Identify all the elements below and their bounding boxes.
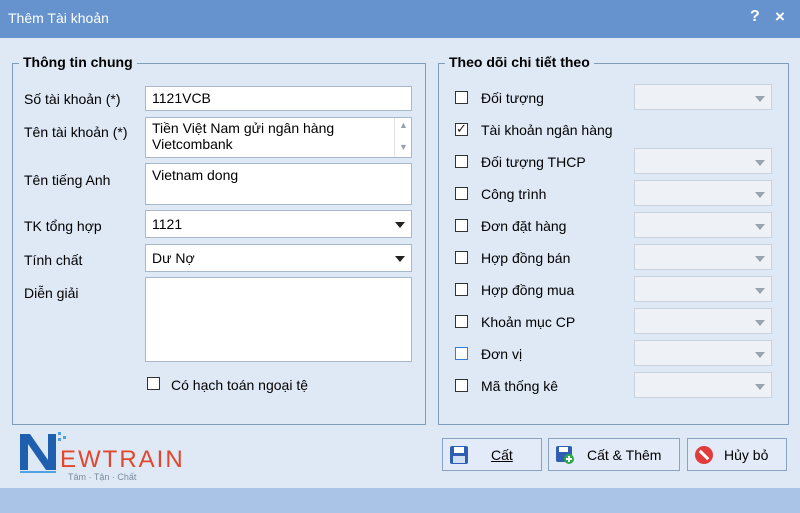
track-sales-contract-combo[interactable] — [634, 244, 772, 270]
dropdown-button[interactable] — [750, 213, 771, 237]
foreign-currency-checkbox[interactable] — [147, 377, 160, 390]
dropdown-arrow-icon — [755, 384, 765, 390]
track-stat-code-checkbox[interactable] — [455, 379, 468, 392]
dropdown-button[interactable] — [750, 373, 771, 397]
account-name-label: Tên tài khoản (*) — [24, 124, 128, 140]
description-label: Diễn giải — [24, 285, 79, 301]
track-cost-item-checkbox[interactable] — [455, 315, 468, 328]
parent-account-label: TK tổng hợp — [24, 218, 102, 234]
track-bank-account-checkbox[interactable]: ✓ — [455, 121, 468, 136]
account-name-input[interactable]: Tiền Việt Nam gửi ngân hàng Vietcombank … — [145, 117, 412, 158]
scroll-down-icon[interactable]: ▼ — [399, 142, 408, 152]
tracking-title: Theo dõi chi tiết theo — [445, 54, 594, 70]
close-icon[interactable]: × — [775, 7, 785, 27]
dropdown-button[interactable] — [750, 85, 771, 109]
track-cost-item-label: Khoản mục CP — [481, 314, 576, 330]
track-unit-combo[interactable] — [634, 340, 772, 366]
track-unit-label: Đơn vị — [481, 346, 523, 362]
dropdown-button[interactable] — [750, 181, 771, 205]
window-title: Thêm Tài khoản — [8, 10, 109, 26]
track-doituong-label: Đối tượng — [481, 90, 544, 106]
floppy-disk-icon — [450, 446, 468, 464]
save-button[interactable]: Cất — [442, 438, 542, 471]
track-project-checkbox[interactable] — [455, 187, 468, 200]
checkmark-icon: ✓ — [456, 121, 467, 136]
logo-wordmark: EWTRAIN — [60, 446, 185, 473]
dropdown-arrow-icon — [755, 96, 765, 102]
dropdown-arrow-icon — [755, 288, 765, 294]
track-thcp-label: Đối tượng THCP — [481, 154, 586, 170]
dropdown-arrow-icon — [755, 256, 765, 262]
title-bar: Thêm Tài khoản ? × — [0, 0, 800, 38]
nature-dropdown-button[interactable] — [390, 245, 411, 271]
parent-account-dropdown-button[interactable] — [390, 211, 411, 237]
dropdown-arrow-icon — [755, 224, 765, 230]
english-name-input[interactable]: Vietnam dong — [145, 163, 412, 205]
parent-account-combo[interactable]: 1121 — [145, 210, 412, 238]
cancel-icon — [695, 446, 713, 464]
dropdown-arrow-icon — [755, 352, 765, 358]
track-cost-item-combo[interactable] — [634, 308, 772, 334]
track-unit-checkbox[interactable] — [455, 347, 468, 360]
track-order-label: Đơn đặt hàng — [481, 218, 567, 234]
dropdown-button[interactable] — [750, 277, 771, 301]
nature-combo[interactable]: Dư Nợ — [145, 244, 412, 272]
track-thcp-checkbox[interactable] — [455, 155, 468, 168]
cancel-label: Hủy bỏ — [724, 447, 769, 463]
account-number-value: 1121VCB — [152, 90, 211, 106]
general-info-title: Thông tin chung — [19, 54, 137, 70]
parent-account-value: 1121 — [152, 216, 183, 232]
english-name-label: Tên tiếng Anh — [24, 172, 111, 188]
track-doituong-combo[interactable] — [634, 84, 772, 110]
dropdown-arrow-icon — [395, 222, 405, 228]
track-stat-code-combo[interactable] — [634, 372, 772, 398]
track-purchase-contract-combo[interactable] — [634, 276, 772, 302]
track-bank-account-label: Tài khoản ngân hàng — [481, 122, 613, 138]
english-name-value: Vietnam dong — [152, 167, 239, 183]
account-number-input[interactable]: 1121VCB — [145, 86, 412, 111]
track-purchase-contract-label: Hợp đồng mua — [481, 282, 575, 298]
save-label: Cất — [491, 447, 513, 463]
account-number-label: Số tài khoản (*) — [24, 91, 121, 107]
track-stat-code-label: Mã thống kê — [481, 378, 559, 394]
track-doituong-checkbox[interactable] — [455, 91, 468, 104]
dropdown-arrow-icon — [755, 192, 765, 198]
save-and-add-button[interactable]: Cất & Thêm — [548, 438, 680, 471]
track-order-combo[interactable] — [634, 212, 772, 238]
scroll-up-icon[interactable]: ▲ — [399, 120, 408, 130]
track-sales-contract-checkbox[interactable] — [455, 251, 468, 264]
track-project-label: Công trình — [481, 186, 547, 202]
dropdown-button[interactable] — [750, 245, 771, 269]
nature-value: Dư Nợ — [152, 250, 195, 266]
track-thcp-combo[interactable] — [634, 148, 772, 174]
dropdown-button[interactable] — [750, 309, 771, 333]
cancel-button[interactable]: Hủy bỏ — [687, 438, 787, 471]
account-name-value: Tiền Việt Nam gửi ngân hàng Vietcombank — [152, 120, 335, 152]
track-purchase-contract-checkbox[interactable] — [455, 283, 468, 296]
dropdown-arrow-icon — [755, 160, 765, 166]
dropdown-button[interactable] — [750, 341, 771, 365]
track-order-checkbox[interactable] — [455, 219, 468, 232]
save-and-add-label: Cất & Thêm — [587, 447, 662, 463]
dropdown-button[interactable] — [750, 149, 771, 173]
dropdown-arrow-icon — [755, 320, 765, 326]
save-add-icon — [556, 446, 574, 464]
dropdown-arrow-icon — [395, 256, 405, 262]
status-footer — [0, 488, 800, 513]
account-name-scrollbar[interactable]: ▲ ▼ — [394, 118, 411, 157]
help-icon[interactable]: ? — [750, 8, 760, 26]
track-sales-contract-label: Hợp đồng bán — [481, 250, 571, 266]
track-project-combo[interactable] — [634, 180, 772, 206]
logo-slogan: Tâm · Tận · Chất — [68, 472, 137, 482]
nature-label: Tính chất — [24, 252, 83, 268]
description-input[interactable] — [145, 277, 412, 362]
foreign-currency-label: Có hạch toán ngoại tệ — [171, 377, 308, 393]
